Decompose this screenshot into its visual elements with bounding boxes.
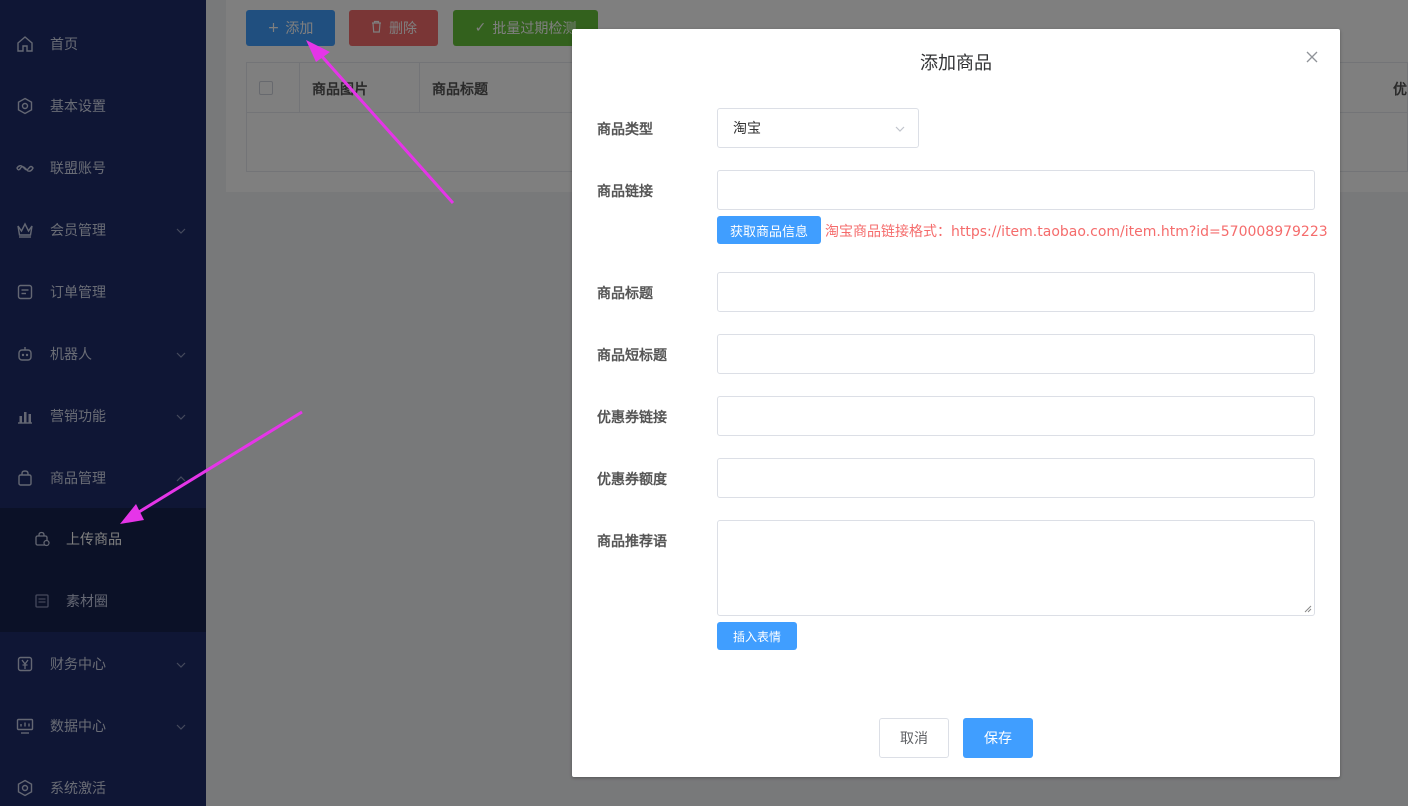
product-type-label: 商品类型	[597, 122, 653, 138]
dialog-title: 添加商品	[920, 53, 992, 74]
product-title-label: 商品标题	[597, 286, 653, 302]
product-type-select[interactable]: 淘宝	[717, 108, 919, 148]
product-short-title-input[interactable]	[717, 334, 1315, 374]
product-title-input[interactable]	[717, 272, 1315, 312]
coupon-link-input[interactable]	[717, 396, 1315, 436]
product-type-value: 淘宝	[733, 121, 761, 137]
resize-grip-icon[interactable]	[1304, 605, 1312, 613]
coupon-amount-label: 优惠券额度	[597, 472, 667, 488]
product-link-input[interactable]	[717, 170, 1315, 210]
fetch-product-info-button[interactable]: 获取商品信息	[717, 216, 821, 244]
product-short-title-label: 商品短标题	[597, 348, 667, 364]
recommend-text-label: 商品推荐语	[597, 534, 667, 550]
add-product-dialog: 添加商品 商品类型 淘宝 商品链接 获取商品信息 淘宝商品链接格式：https:…	[572, 29, 1340, 777]
coupon-link-label: 优惠券链接	[597, 410, 667, 426]
product-link-label: 商品链接	[597, 184, 653, 200]
cancel-button[interactable]: 取消	[879, 718, 949, 758]
coupon-amount-input[interactable]	[717, 458, 1315, 498]
link-format-hint: 淘宝商品链接格式：https://item.taobao.com/item.ht…	[825, 224, 1328, 240]
recommend-text-area[interactable]	[717, 520, 1315, 616]
close-icon[interactable]	[1304, 49, 1320, 65]
chevron-down-icon	[894, 123, 906, 135]
insert-emoji-button[interactable]: 插入表情	[717, 622, 797, 650]
save-button[interactable]: 保存	[963, 718, 1033, 758]
